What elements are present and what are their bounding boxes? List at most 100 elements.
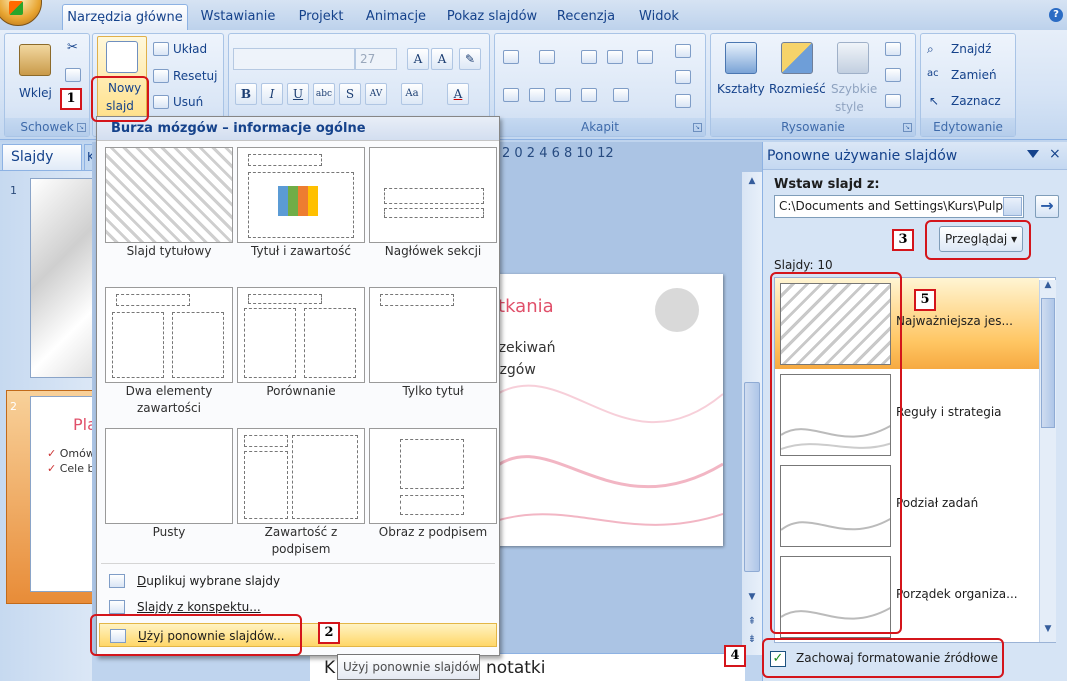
bold-button[interactable]: B: [235, 83, 257, 105]
align-right-icon[interactable]: [555, 88, 571, 102]
scroll-up-icon[interactable]: ▲: [744, 176, 760, 192]
layout-thumbnail[interactable]: [237, 287, 365, 383]
tab-insert[interactable]: Wstawianie: [196, 4, 280, 30]
quick-styles-icon: [837, 42, 869, 74]
grow-font-button[interactable]: A: [407, 48, 429, 70]
layout-thumbnail[interactable]: [237, 428, 365, 524]
layout-icon: [153, 42, 169, 56]
scroll-thumb[interactable]: [744, 382, 760, 572]
dialog-launcher-icon[interactable]: ↘: [77, 123, 86, 132]
align-text-icon[interactable]: [675, 70, 691, 84]
pane-menu-icon[interactable]: [1027, 150, 1039, 158]
layout-thumbnail[interactable]: [105, 147, 233, 243]
slide-body-line-1[interactable]: czekiwań: [491, 340, 556, 356]
go-arrow-button[interactable]: →: [1035, 195, 1059, 218]
layout-label[interactable]: Zawartość z podpisem: [234, 524, 368, 558]
shrink-font-button[interactable]: A: [431, 48, 453, 70]
font-color-button[interactable]: A: [447, 83, 469, 105]
notes-placeholder[interactable]: notatki: [486, 658, 546, 678]
new-slide-icon: [106, 41, 138, 73]
spacing-button[interactable]: AV: [365, 83, 387, 105]
shapes-icon: [725, 42, 757, 74]
quick-styles-label-2[interactable]: style: [835, 100, 864, 114]
tab-animations[interactable]: Animacje: [361, 4, 431, 30]
text-direction-icon[interactable]: [675, 44, 691, 58]
prev-slide-icon[interactable]: ⇞: [744, 616, 760, 632]
replace-button[interactable]: Zamień: [951, 68, 997, 82]
layout-label[interactable]: Porównanie: [234, 383, 368, 400]
delete-button[interactable]: Usuń: [173, 95, 203, 109]
layout-label[interactable]: Slajd tytułowy: [102, 243, 236, 260]
increase-indent-icon[interactable]: [607, 50, 623, 64]
bullets-icon[interactable]: [503, 50, 519, 64]
layout-thumbnail[interactable]: [105, 287, 233, 383]
reset-button[interactable]: Resetuj: [173, 69, 217, 83]
file-path-input[interactable]: C:\Documents and Settings\Kurs\Pulpi: [774, 195, 1024, 218]
layout-thumbnail[interactable]: [369, 428, 497, 524]
arrange-button[interactable]: Rozmieść: [769, 82, 826, 96]
paste-button[interactable]: Wklej: [19, 86, 52, 100]
align-left-icon[interactable]: [503, 88, 519, 102]
highlight-box: [90, 614, 302, 656]
shape-fill-icon[interactable]: [885, 42, 901, 56]
tab-home[interactable]: Narzędzia główne: [62, 4, 188, 30]
tab-review[interactable]: Recenzja: [552, 4, 620, 30]
change-case-button[interactable]: Aa: [401, 83, 423, 105]
vertical-scrollbar[interactable]: ▲ ▼ ⇞ ⇟: [742, 172, 762, 655]
layout-label[interactable]: Pusty: [102, 524, 236, 541]
font-name-combo[interactable]: [233, 48, 355, 70]
layout-button[interactable]: Układ: [173, 42, 207, 56]
layout-label[interactable]: Nagłówek sekcji: [366, 243, 500, 260]
shape-outline-icon[interactable]: [885, 68, 901, 82]
align-center-icon[interactable]: [529, 88, 545, 102]
scroll-thumb[interactable]: [1041, 298, 1055, 428]
layout-label[interactable]: Tylko tytuł: [366, 383, 500, 400]
layout-thumbnail[interactable]: [105, 428, 233, 524]
duplicate-slides-item[interactable]: Duplikuj wybrane slajdy: [99, 569, 497, 593]
layout-thumbnail[interactable]: [237, 147, 365, 243]
highlight-box: [762, 638, 1004, 678]
select-button[interactable]: Zaznacz: [951, 94, 1001, 108]
shadow-button[interactable]: S: [339, 83, 361, 105]
columns-icon[interactable]: [613, 88, 629, 102]
strikethrough-button[interactable]: abc: [313, 83, 335, 105]
italic-button[interactable]: I: [261, 83, 283, 105]
layout-label[interactable]: Dwa elementy zawartości: [102, 383, 236, 417]
layout-label[interactable]: Tytuł i zawartość: [234, 243, 368, 260]
numbering-icon[interactable]: [539, 50, 555, 64]
duplicate-icon: [109, 574, 125, 588]
line-spacing-icon[interactable]: [637, 50, 653, 64]
shape-effects-icon[interactable]: [885, 94, 901, 108]
shapes-button[interactable]: Kształty: [717, 82, 765, 96]
quick-styles-label-1[interactable]: Szybkie: [831, 82, 877, 96]
scroll-down-icon[interactable]: ▼: [1040, 624, 1056, 640]
layout-thumbnail[interactable]: [369, 147, 497, 243]
dialog-launcher-icon[interactable]: ↘: [903, 123, 912, 132]
justify-icon[interactable]: [581, 88, 597, 102]
chevron-down-icon[interactable]: [1003, 197, 1022, 216]
layout-thumbnail[interactable]: [369, 287, 497, 383]
smartart-icon[interactable]: [675, 94, 691, 108]
close-icon[interactable]: ×: [1049, 146, 1061, 162]
font-size-combo[interactable]: 27: [355, 48, 397, 70]
tab-design[interactable]: Projekt: [290, 4, 352, 30]
help-icon[interactable]: ?: [1049, 8, 1063, 22]
clear-format-button[interactable]: ✎: [459, 48, 481, 70]
find-button[interactable]: Znajdź: [951, 42, 991, 56]
tab-view[interactable]: Widok: [630, 4, 688, 30]
slide-title: Reguły i strategia: [896, 405, 1002, 419]
current-slide[interactable]: otkania czekiwań ózgów: [487, 274, 723, 546]
office-button[interactable]: [0, 0, 42, 26]
layout-label[interactable]: Obraz z podpisem: [366, 524, 500, 541]
cut-icon[interactable]: ✂: [67, 40, 78, 55]
scroll-down-icon[interactable]: ▼: [744, 592, 760, 608]
decrease-indent-icon[interactable]: [581, 50, 597, 64]
scroll-up-icon[interactable]: ▲: [1040, 280, 1056, 296]
next-slide-icon[interactable]: ⇟: [744, 634, 760, 650]
tab-slides[interactable]: Slajdy: [2, 144, 82, 170]
underline-button[interactable]: U: [287, 83, 309, 105]
dialog-launcher-icon[interactable]: ↘: [693, 123, 702, 132]
copy-icon[interactable]: [65, 68, 81, 82]
tab-slideshow[interactable]: Pokaz slajdów: [443, 4, 541, 30]
pane-scrollbar[interactable]: ▲ ▼: [1039, 280, 1056, 642]
